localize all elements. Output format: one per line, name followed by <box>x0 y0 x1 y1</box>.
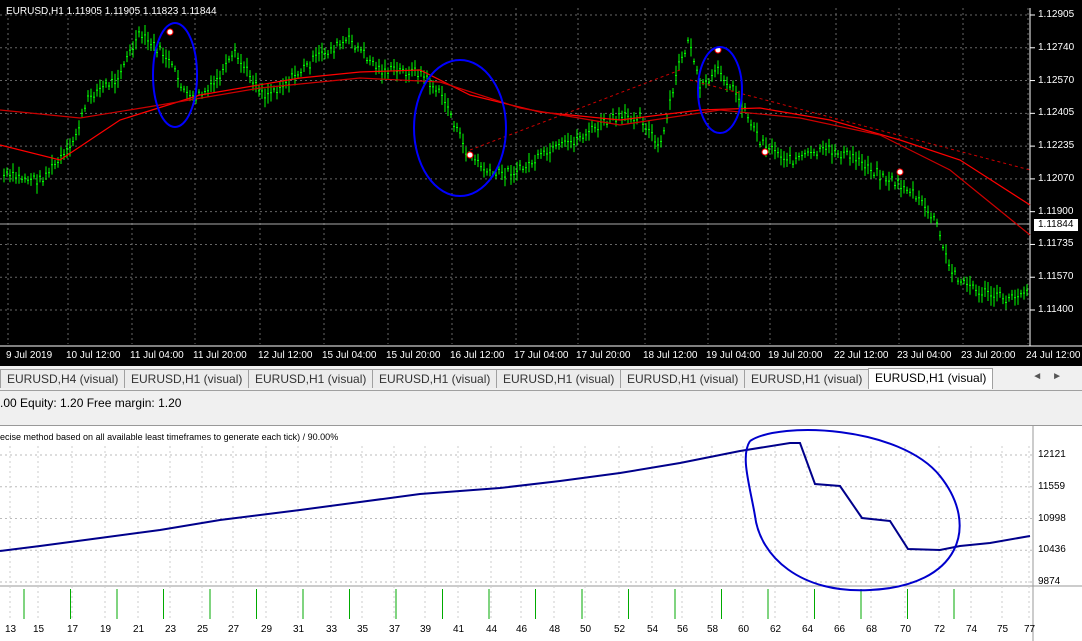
y-axis-label: 1.12070 <box>1038 172 1075 184</box>
equity-x-label: 23 <box>165 624 177 635</box>
price-chart-canvas <box>0 8 1082 347</box>
y-axis-label: 1.11900 <box>1038 205 1074 217</box>
equity-x-label: 64 <box>802 624 814 635</box>
x-axis-label: 18 Jul 12:00 <box>643 350 698 361</box>
equity-caption: ecise method based on all available leas… <box>0 432 339 442</box>
equity-x-label: 66 <box>834 624 846 635</box>
equity-x-label: 44 <box>486 624 498 635</box>
x-axis-label: 23 Jul 04:00 <box>897 350 952 361</box>
x-axis-label: 19 Jul 20:00 <box>768 350 823 361</box>
chart-tab[interactable]: EURUSD,H1 (visual) <box>372 369 498 388</box>
equity-x-label: 37 <box>389 624 401 635</box>
x-axis-label: 15 Jul 04:00 <box>322 350 377 361</box>
x-axis-label: 9 Jul 2019 <box>6 350 53 361</box>
equity-x-label: 15 <box>33 624 45 635</box>
x-axis-label: 11 Jul 20:00 <box>193 350 247 361</box>
equity-x-label: 68 <box>866 624 878 635</box>
x-axis-label: 12 Jul 12:00 <box>258 350 313 361</box>
chart-tab[interactable]: EURUSD,H1 (visual) <box>248 369 374 388</box>
y-axis-label: 1.12740 <box>1038 41 1075 53</box>
equity-y-label: 11559 <box>1038 480 1066 492</box>
x-axis-label: 10 Jul 12:00 <box>66 350 121 361</box>
equity-x-label: 58 <box>707 624 719 635</box>
chart-tab[interactable]: EURUSD,H1 (visual) <box>868 368 994 389</box>
scroll-right-icon[interactable]: ► <box>1052 371 1072 382</box>
x-axis-label: 22 Jul 12:00 <box>834 350 889 361</box>
equity-x-label: 74 <box>966 624 978 635</box>
chart-tab[interactable]: EURUSD,H1 (visual) <box>744 369 870 388</box>
equity-graph: ecise method based on all available leas… <box>0 425 1082 641</box>
x-axis-label: 16 Jul 12:00 <box>450 350 505 361</box>
y-axis-label: 1.11570 <box>1038 271 1074 283</box>
x-axis-label: 19 Jul 04:00 <box>706 350 761 361</box>
chart-tab[interactable]: EURUSD,H4 (visual) <box>0 369 126 388</box>
y-axis-label: 1.12405 <box>1038 107 1075 119</box>
equity-x-label: 17 <box>67 624 79 635</box>
equity-x-label: 56 <box>677 624 689 635</box>
equity-x-label: 39 <box>420 624 432 635</box>
chart-tabbar: EURUSD,H4 (visual) EURUSD,H1 (visual) EURU… <box>0 366 1082 391</box>
y-axis-label: 1.12905 <box>1038 9 1075 20</box>
chart-tab[interactable]: EURUSD,H1 (visual) <box>496 369 622 388</box>
equity-x-label: 21 <box>133 624 145 635</box>
y-axis-label: 1.12235 <box>1038 140 1075 152</box>
account-status: .00 Equity: 1.20 Free margin: 1.20 <box>0 396 182 410</box>
price-chart[interactable]: EURUSD,H1 1.11905 1.11905 1.11823 1.1184… <box>0 0 1082 366</box>
equity-x-label: 48 <box>549 624 561 635</box>
equity-x-label: 13 <box>5 624 17 635</box>
x-axis-label: 23 Jul 20:00 <box>961 350 1016 361</box>
equity-x-label: 52 <box>614 624 626 635</box>
equity-x-label: 41 <box>453 624 465 635</box>
equity-x-label: 50 <box>580 624 592 635</box>
equity-x-label: 29 <box>261 624 273 635</box>
equity-x-label: 25 <box>197 624 209 635</box>
equity-x-label: 35 <box>357 624 369 635</box>
equity-x-label: 72 <box>934 624 946 635</box>
chart-tab[interactable]: EURUSD,H1 (visual) <box>124 369 250 388</box>
chart-tab[interactable]: EURUSD,H1 (visual) <box>620 369 746 388</box>
equity-y-label: 10998 <box>1038 512 1066 524</box>
equity-graph-canvas <box>0 426 1082 641</box>
scroll-left-icon[interactable]: ◄ <box>1032 371 1052 382</box>
y-axis-label: 1.12570 <box>1038 74 1075 86</box>
equity-x-label: 46 <box>516 624 528 635</box>
x-axis-label: 17 Jul 04:00 <box>514 350 569 361</box>
equity-x-label: 62 <box>770 624 782 635</box>
equity-x-label: 54 <box>647 624 659 635</box>
equity-x-label: 60 <box>738 624 750 635</box>
y-axis-label: 1.11400 <box>1038 304 1074 315</box>
equity-y-label: 9874 <box>1038 576 1061 587</box>
equity-y-label: 12121 <box>1038 449 1066 460</box>
equity-x-label: 75 <box>997 624 1009 635</box>
y-axis-label: 1.11735 <box>1038 238 1074 250</box>
equity-x-label: 33 <box>326 624 338 635</box>
equity-x-label: 27 <box>228 624 240 635</box>
x-axis-label: 11 Jul 04:00 <box>130 350 184 361</box>
chart-header: EURUSD,H1 1.11905 1.11905 1.11823 1.1184… <box>6 6 217 17</box>
equity-y-label: 10436 <box>1038 544 1066 556</box>
x-axis-label: 15 Jul 20:00 <box>386 350 441 361</box>
current-price-label: 1.11844 <box>1034 219 1078 231</box>
equity-x-label: 77 <box>1024 624 1036 635</box>
equity-x-label: 70 <box>900 624 912 635</box>
equity-x-label: 19 <box>100 624 112 635</box>
x-axis-label: 24 Jul 12:00 <box>1026 350 1081 361</box>
x-axis-label: 17 Jul 20:00 <box>576 350 631 361</box>
tab-scroll-arrows[interactable]: ◄► <box>1032 371 1072 382</box>
equity-x-label: 31 <box>293 624 305 635</box>
